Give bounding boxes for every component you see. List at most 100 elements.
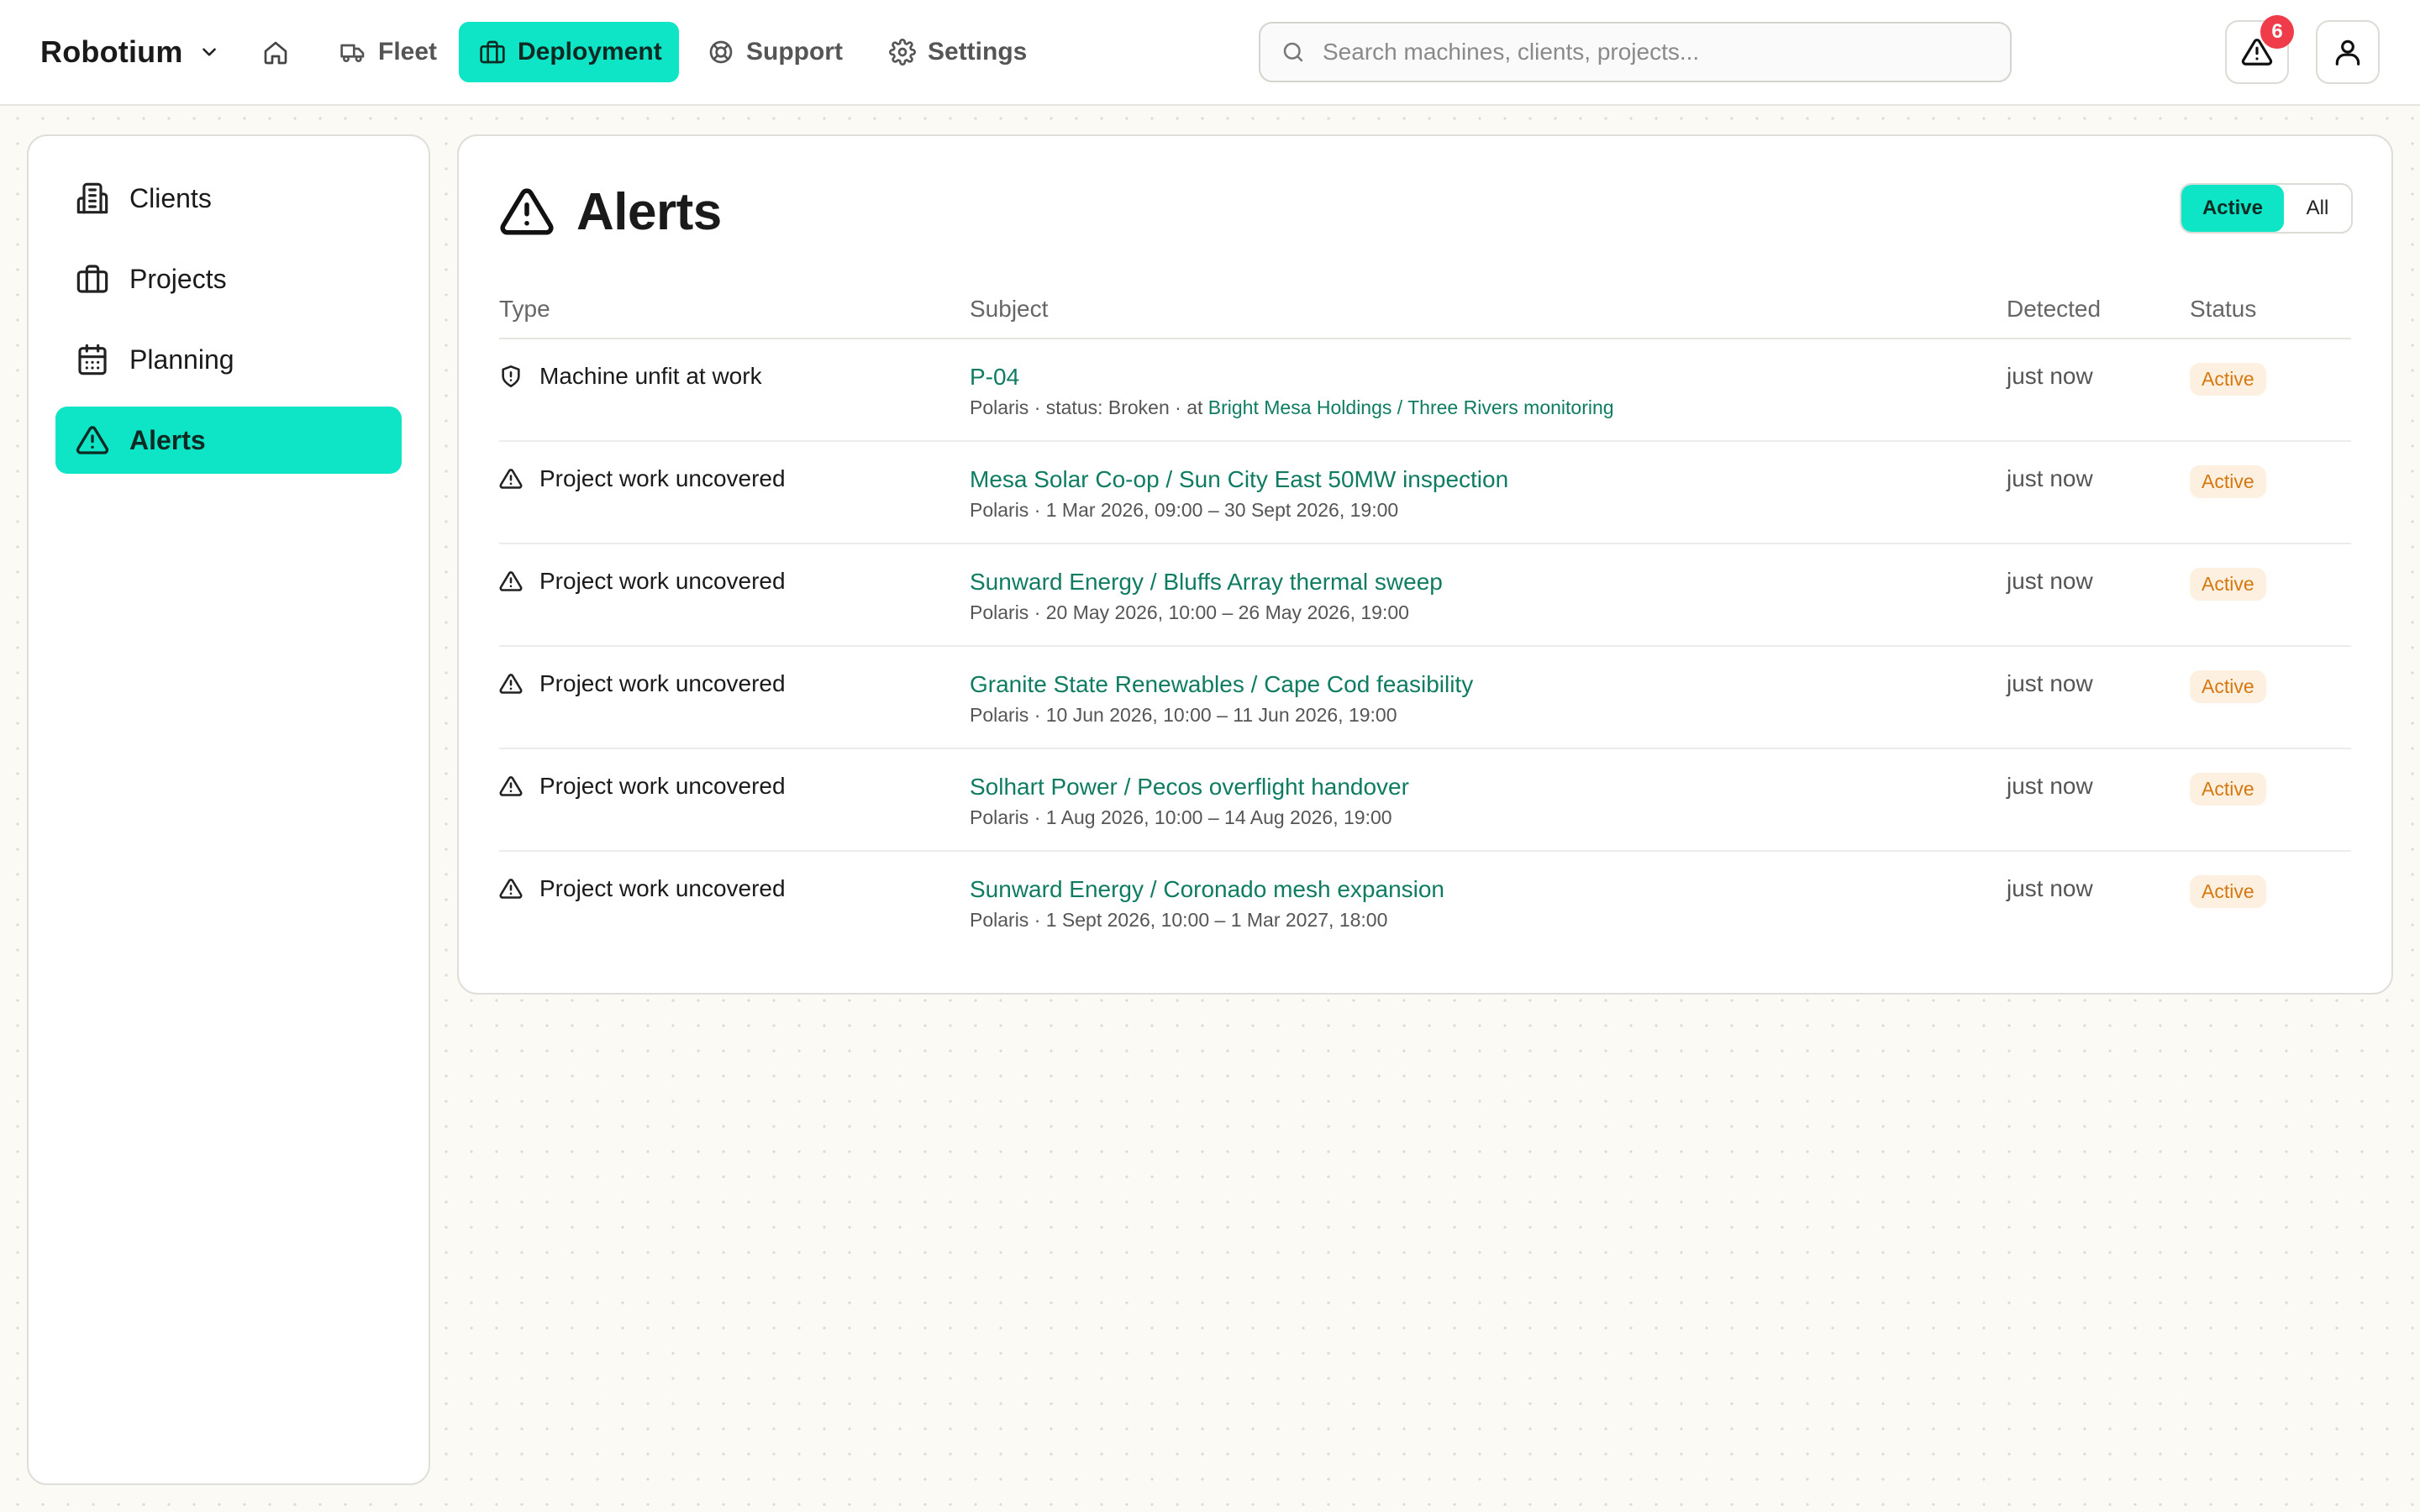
- building-icon: [76, 181, 109, 215]
- alert-subject-cell: Sunward Energy / Bluffs Array thermal sw…: [970, 568, 1443, 625]
- column-header-type: Type: [499, 296, 550, 322]
- status-badge: Active: [2190, 568, 2266, 601]
- nav-settings[interactable]: Settings: [869, 22, 1047, 82]
- alert-subject-cell: Granite State Renewables / Cape Cod feas…: [970, 670, 1473, 727]
- subject-meta: Polaris · status: Broken · at Bright Mes…: [970, 395, 1614, 420]
- warning-icon: [499, 467, 523, 491]
- alert-type-cell: Project work uncovered: [499, 670, 786, 697]
- status-cell: Active: [2190, 875, 2266, 908]
- alert-type-label: Project work uncovered: [539, 465, 786, 491]
- nav-support[interactable]: Support: [687, 22, 863, 82]
- table-row[interactable]: Project work uncovered Mesa Solar Co-op …: [499, 442, 2351, 544]
- alerts-table-body: Machine unfit at work P-04 Polaris · sta…: [499, 339, 2351, 954]
- detected-time: just now: [2007, 773, 2093, 799]
- status-cell: Active: [2190, 568, 2266, 601]
- nav-fleet-label: Fleet: [378, 38, 438, 66]
- page-header: Alerts: [499, 180, 722, 244]
- sidebar: Clients Projects Planning Alerts: [27, 134, 430, 1485]
- warning-icon: [499, 570, 523, 593]
- nav-fleet[interactable]: Fleet: [319, 22, 457, 82]
- detected-time: just now: [2007, 363, 2093, 389]
- table-header: Type Subject Detected Status: [499, 287, 2351, 339]
- briefcase-icon: [76, 262, 109, 296]
- alerts-panel: Alerts Active All Type Subject Detected …: [457, 134, 2393, 995]
- sidebar-item-clients[interactable]: Clients: [55, 165, 402, 232]
- alert-type-cell: Machine unfit at work: [499, 363, 762, 390]
- subject-link[interactable]: P-04: [970, 363, 1614, 391]
- alert-type-label: Project work uncovered: [539, 670, 786, 696]
- subject-meta: Polaris · 1 Sept 2026, 10:00 – 1 Mar 202…: [970, 909, 1388, 931]
- home-icon: [262, 39, 289, 66]
- search-box[interactable]: [1259, 22, 2012, 82]
- page-title: Alerts: [576, 182, 722, 241]
- alert-type-label: Project work uncovered: [539, 568, 786, 594]
- warning-icon: [499, 877, 523, 900]
- home-button[interactable]: [257, 34, 294, 71]
- table-row[interactable]: Project work uncovered Solhart Power / P…: [499, 749, 2351, 852]
- alert-type-cell: Project work uncovered: [499, 773, 786, 800]
- subject-meta-text: Polaris · status: Broken · at: [970, 396, 1208, 418]
- nav-deployment[interactable]: Deployment: [459, 22, 679, 82]
- detected-time: just now: [2007, 875, 2093, 901]
- alert-type-label: Project work uncovered: [539, 875, 786, 901]
- alert-type-cell: Project work uncovered: [499, 465, 786, 492]
- shield-alert-icon: [499, 365, 523, 388]
- status-cell: Active: [2190, 363, 2266, 396]
- table-row[interactable]: Project work uncovered Sunward Energy / …: [499, 544, 2351, 647]
- status-badge: Active: [2190, 773, 2266, 806]
- nav-support-label: Support: [746, 38, 843, 66]
- detected-time: just now: [2007, 670, 2093, 696]
- table-row[interactable]: Project work uncovered Sunward Energy / …: [499, 852, 2351, 954]
- user-menu-button[interactable]: [2316, 20, 2380, 84]
- status-badge: Active: [2190, 465, 2266, 498]
- search-input[interactable]: [1323, 39, 2010, 66]
- table-row[interactable]: Project work uncovered Granite State Ren…: [499, 647, 2351, 749]
- brand-switcher[interactable]: Robotium: [40, 30, 220, 74]
- column-header-detected: Detected: [2007, 296, 2102, 322]
- alert-filter-toggle: Active All: [2180, 183, 2353, 234]
- sidebar-item-projects[interactable]: Projects: [55, 245, 402, 312]
- column-header-status: Status: [2190, 296, 2257, 322]
- sidebar-item-label: Alerts: [129, 424, 206, 455]
- status-cell: Active: [2190, 773, 2266, 806]
- status-badge: Active: [2190, 363, 2266, 396]
- warning-icon: [499, 774, 523, 798]
- status-cell: Active: [2190, 670, 2266, 703]
- sidebar-item-planning[interactable]: Planning: [55, 326, 402, 393]
- search-icon: [1281, 39, 1306, 65]
- status-badge: Active: [2190, 875, 2266, 908]
- subject-meta: Polaris · 20 May 2026, 10:00 – 26 May 20…: [970, 601, 1409, 623]
- lifebuoy-icon: [708, 39, 734, 66]
- briefcase-icon: [479, 39, 506, 66]
- alert-type-label: Project work uncovered: [539, 773, 786, 799]
- column-header-subject: Subject: [970, 296, 1049, 322]
- truck-icon: [339, 39, 366, 66]
- project-link[interactable]: Bright Mesa Holdings / Three Rivers moni…: [1208, 396, 1614, 418]
- chevron-down-icon: [198, 41, 220, 63]
- filter-all-button[interactable]: All: [2284, 185, 2351, 232]
- warning-icon: [499, 184, 555, 239]
- sidebar-item-label: Planning: [129, 344, 234, 375]
- subject-meta: Polaris · 1 Mar 2026, 09:00 – 30 Sept 20…: [970, 499, 1399, 521]
- alert-subject-cell: Sunward Energy / Coronado mesh expansion…: [970, 875, 1444, 932]
- subject-link[interactable]: Solhart Power / Pecos overflight handove…: [970, 773, 1409, 801]
- sidebar-item-label: Projects: [129, 263, 227, 294]
- subject-link[interactable]: Sunward Energy / Bluffs Array thermal sw…: [970, 568, 1443, 596]
- nav-deployment-label: Deployment: [518, 38, 662, 66]
- alert-subject-cell: P-04 Polaris · status: Broken · at Brigh…: [970, 363, 1614, 420]
- status-cell: Active: [2190, 465, 2266, 498]
- top-navigation-bar: Robotium Fleet Deployment Support Settin…: [0, 0, 2420, 106]
- warning-icon: [499, 672, 523, 696]
- sidebar-item-alerts[interactable]: Alerts: [55, 407, 402, 474]
- alert-subject-cell: Solhart Power / Pecos overflight handove…: [970, 773, 1409, 830]
- sidebar-item-label: Clients: [129, 182, 212, 213]
- subject-link[interactable]: Granite State Renewables / Cape Cod feas…: [970, 670, 1473, 699]
- subject-link[interactable]: Mesa Solar Co-op / Sun City East 50MW in…: [970, 465, 1508, 494]
- calendar-icon: [76, 343, 109, 376]
- subject-link[interactable]: Sunward Energy / Coronado mesh expansion: [970, 875, 1444, 904]
- table-row[interactable]: Machine unfit at work P-04 Polaris · sta…: [499, 339, 2351, 442]
- brand-name: Robotium: [40, 34, 183, 69]
- gear-icon: [889, 39, 916, 66]
- filter-active-button[interactable]: Active: [2181, 185, 2284, 232]
- detected-time: just now: [2007, 568, 2093, 594]
